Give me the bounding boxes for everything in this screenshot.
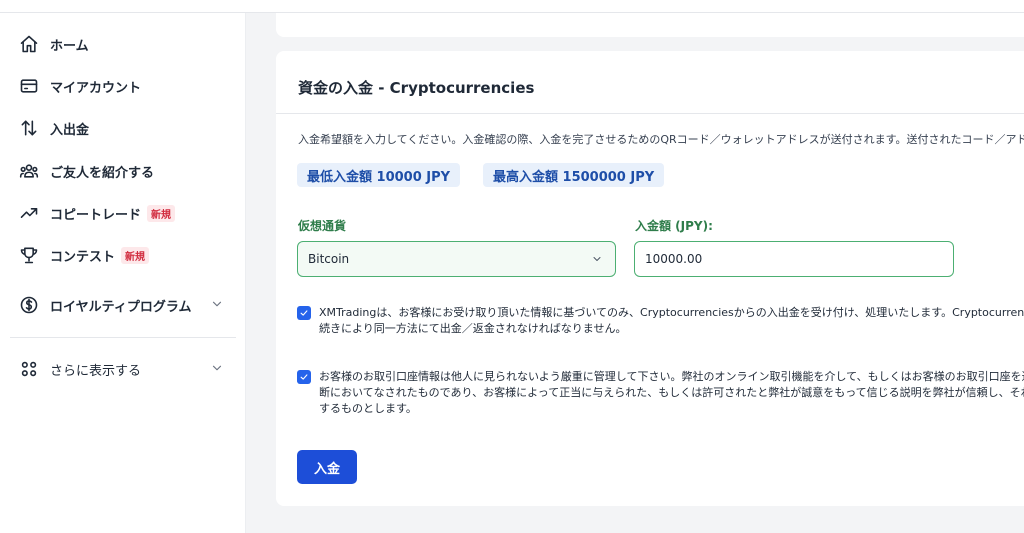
consent-text-1: XMTradingは、お客様にお受け取り頂いた情報に基づいてのみ、Cryptoc…: [319, 305, 1024, 337]
deposit-card: 資金の入金 - Cryptocurrencies 入金希望額を入力してください。…: [276, 51, 1024, 506]
sidebar-divider: [10, 337, 236, 338]
max-deposit-chip: 最高入金額 1500000 JPY: [483, 163, 665, 187]
cryptocurrency-select-value: Bitcoin: [308, 252, 350, 266]
consent-text-2: お客様のお取引口座情報は他人に見られないよう厳重に管理して下さい。弊社のオンライ…: [319, 369, 1024, 417]
sidebar-item-label: コピートレード: [50, 207, 142, 223]
consent-2-line-2: 断においてなされたものであり、お客様によって正当に与えられた、もしくは許可された…: [319, 386, 1024, 399]
trend-up-icon: [18, 202, 40, 224]
chevron-down-icon[interactable]: [210, 297, 224, 311]
sidebar-item-my-account[interactable]: マイアカウント: [18, 73, 236, 99]
sidebar-item-label: ホーム: [50, 38, 89, 54]
sidebar-item-label: ロイヤルティプログラム: [50, 299, 192, 315]
currency-label: 仮想通貨: [298, 219, 347, 233]
sidebar-item-label: ご友人を紹介する: [50, 165, 155, 181]
sidebar-item-label: さらに表示する: [50, 363, 142, 379]
sidebar-item-show-more[interactable]: さらに表示する: [18, 356, 236, 382]
wallet-icon: [18, 75, 40, 97]
top-bar: [0, 0, 1024, 13]
min-deposit-chip: 最低入金額 10000 JPY: [297, 163, 461, 187]
sidebar-item-label: コンテスト: [50, 249, 116, 265]
deposit-amount-value: 10000.00: [645, 252, 703, 266]
deposit-submit-button[interactable]: 入金: [297, 450, 357, 484]
chevron-down-icon[interactable]: [210, 361, 224, 375]
consent-2-line-1: お客様のお取引口座情報は他人に見られないよう厳重に管理して下さい。弊社のオンライ…: [319, 370, 1024, 383]
consent-1-line-1: XMTradingは、お客様にお受け取り頂いた情報に基づいてのみ、Cryptoc…: [319, 306, 1024, 319]
cryptocurrency-select[interactable]: Bitcoin: [297, 241, 616, 277]
trophy-icon: [18, 244, 40, 266]
check-icon: [300, 374, 308, 380]
check-icon: [300, 310, 308, 316]
sidebar-item-label: マイアカウント: [50, 80, 142, 96]
card-divider: [276, 113, 1024, 114]
sidebar-item-contest[interactable]: コンテスト 新規: [18, 242, 236, 268]
new-badge: 新規: [147, 204, 176, 222]
transfer-arrows-icon: [18, 117, 40, 139]
sidebar-item-copy-trade[interactable]: コピートレード 新規: [18, 200, 236, 226]
previous-card: [276, 13, 1024, 37]
checkbox-checked[interactable]: [297, 370, 311, 384]
checkbox-checked[interactable]: [297, 306, 311, 320]
new-badge: 新規: [121, 246, 150, 264]
consent-1-line-2: 続きにより同一方法にて出金／返金されなければなりません。: [319, 322, 627, 335]
home-icon: [18, 33, 40, 55]
deposit-title: 資金の入金 - Cryptocurrencies: [298, 79, 535, 97]
sidebar-item-home[interactable]: ホーム: [18, 31, 236, 57]
dollar-circle-icon: [18, 294, 40, 316]
sidebar-item-label: 入出金: [50, 122, 90, 138]
users-icon: [18, 160, 40, 182]
sidebar: ホーム マイアカウント 入出金 ご友人を紹介する コピートレード 新規 コンテス…: [0, 13, 246, 533]
sidebar-item-deposit-withdraw[interactable]: 入出金: [18, 115, 236, 141]
amount-label: 入金額 (JPY):: [635, 219, 713, 233]
consent-2-line-3: するものとします。: [319, 402, 417, 415]
chevron-down-icon: [591, 253, 603, 265]
sidebar-item-loyalty-program[interactable]: ロイヤルティプログラム: [18, 292, 236, 318]
deposit-amount-input[interactable]: 10000.00: [634, 241, 954, 277]
deposit-instructions: 入金希望額を入力してください。入金確認の際、入金を完了させるためのQRコード／ウ…: [298, 133, 1024, 146]
sidebar-item-refer-friends[interactable]: ご友人を紹介する: [18, 158, 236, 184]
grid-icon: [18, 358, 40, 380]
